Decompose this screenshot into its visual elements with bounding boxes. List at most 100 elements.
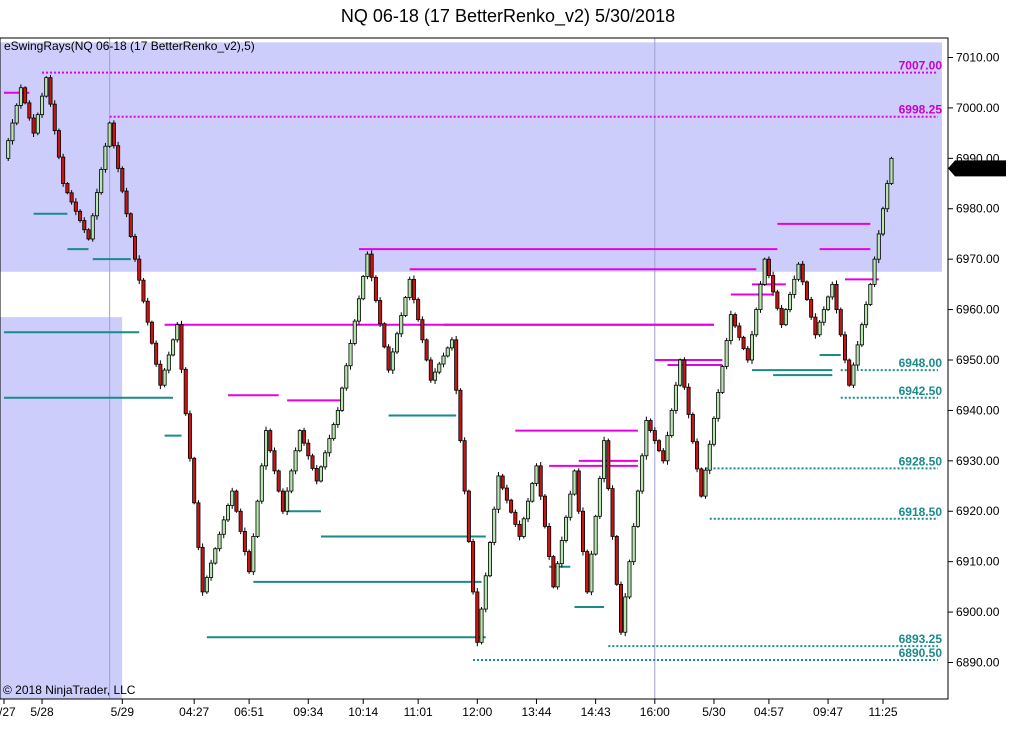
renko-bar-down — [411, 278, 416, 300]
renko-bar-down — [192, 457, 197, 504]
renko-bar-up — [352, 320, 357, 344]
x-tick-label: 09:47 — [813, 705, 843, 719]
renko-bar-up — [864, 304, 869, 326]
renko-bar-down — [686, 386, 691, 415]
y-tick-label: 6890.00 — [956, 656, 1000, 670]
renko-bar-up — [534, 465, 539, 484]
renko-bar-up — [209, 562, 214, 578]
renko-bar-up — [166, 354, 171, 371]
renko-bar-up — [720, 366, 725, 393]
renko-bar-down — [462, 440, 467, 492]
renko-bar-down — [238, 510, 243, 532]
renko-bar-down — [145, 300, 150, 323]
renko-bar-down — [378, 300, 383, 325]
renko-bar-down — [838, 309, 843, 336]
renko-bar-down — [842, 334, 847, 361]
x-tick-label: 04:57 — [754, 705, 784, 719]
renko-bar-down — [149, 321, 154, 344]
renko-bar-up — [331, 424, 336, 440]
renko-bar-down — [48, 77, 53, 105]
y-tick-label: 7000.00 — [956, 101, 1000, 115]
renko-bar-up — [35, 114, 40, 134]
renko-bar-up — [297, 430, 302, 452]
shaded-zone — [0, 42, 942, 272]
renko-bar-up — [492, 508, 497, 543]
renko-bar-up — [94, 192, 99, 217]
renko-bar-down — [745, 348, 750, 361]
renko-bar-down — [475, 591, 480, 643]
renko-bar-down — [56, 130, 61, 158]
renko-bar-up — [673, 384, 678, 411]
renko-bar-down — [31, 117, 36, 134]
renko-bar-down — [661, 450, 666, 462]
renko-bar-up — [526, 500, 531, 520]
swing-level-label: 6998.25 — [899, 103, 943, 117]
renko-bar-up — [175, 324, 180, 341]
renko-bar-up — [479, 608, 484, 643]
x-tick-label: 04:27 — [179, 705, 209, 719]
renko-bar-up — [851, 364, 856, 386]
renko-bar-down — [737, 325, 742, 338]
renko-chart[interactable]: 7007.00 6998.25 6890.506893.25 6928.50 6918.… — [0, 0, 1016, 754]
renko-bar-up — [872, 258, 877, 285]
renko-bar-down — [369, 253, 374, 278]
renko-bar-up — [783, 309, 788, 326]
renko-bar-up — [259, 465, 264, 502]
renko-bar-up — [323, 452, 328, 468]
renko-bar-up — [99, 169, 104, 194]
renko-bar-up — [889, 157, 894, 184]
renko-bar-down — [128, 213, 133, 237]
renko-bar-up — [395, 333, 400, 353]
renko-bar-up — [217, 533, 222, 550]
renko-bar-up — [6, 140, 11, 159]
renko-bar-down — [695, 441, 700, 470]
renko-bar-down — [73, 201, 78, 212]
renko-bar-up — [289, 470, 294, 492]
renko-bar-down — [699, 468, 704, 497]
renko-bar-up — [707, 443, 712, 471]
renko-bar-down — [471, 541, 476, 593]
renko-bar-down — [538, 465, 543, 497]
y-tick-label: 6900.00 — [956, 605, 1000, 619]
renko-bar-up — [868, 283, 873, 305]
renko-bar-up — [876, 233, 881, 260]
x-tick-label: 5/28 — [30, 705, 54, 719]
renko-bar-down — [242, 531, 247, 552]
renko-bar-up — [555, 563, 560, 588]
renko-bar-up — [665, 435, 670, 462]
renko-bar-up — [559, 540, 564, 565]
renko-bar-up — [103, 145, 108, 170]
renko-bar-down — [513, 511, 518, 525]
x-axis: 5/27 5/28 5/29 04:27 06:51 09:34 10:14 11:01 12:… — [0, 699, 898, 719]
x-tick-label: 09:34 — [293, 705, 323, 719]
renko-bar-down — [847, 359, 852, 386]
renko-bar-down — [542, 495, 547, 527]
renko-bar-up — [335, 410, 340, 425]
renko-bar-up — [340, 387, 345, 411]
renko-bar-down — [52, 103, 57, 132]
renko-bar-down — [779, 307, 784, 326]
renko-bar-up — [597, 478, 602, 517]
y-tick-label: 6940.00 — [956, 403, 1000, 417]
renko-bar-up — [348, 343, 353, 367]
renko-bar-up — [90, 215, 95, 240]
renko-bar-up — [407, 278, 412, 298]
x-tick-label: 11:25 — [868, 705, 897, 719]
renko-bar-up — [225, 505, 230, 521]
swing-level-label: 6890.50 — [899, 646, 943, 660]
renko-bar-up — [445, 347, 450, 357]
renko-bar-down — [775, 291, 780, 309]
renko-bar-up — [855, 344, 860, 366]
renko-bar-down — [682, 359, 687, 388]
x-tick-label: 13:44 — [521, 705, 551, 719]
renko-bar-up — [631, 525, 636, 563]
renko-bar-up — [703, 469, 708, 497]
x-tick-label: 06:51 — [234, 705, 264, 719]
renko-bar-up — [441, 355, 446, 365]
renko-bar-up — [230, 490, 235, 506]
x-tick-label: 5/27 — [0, 705, 16, 719]
renko-bar-up — [885, 183, 890, 210]
renko-bar-down — [504, 487, 509, 501]
x-tick-label: 10:14 — [348, 705, 378, 719]
renko-bar-up — [758, 283, 763, 310]
